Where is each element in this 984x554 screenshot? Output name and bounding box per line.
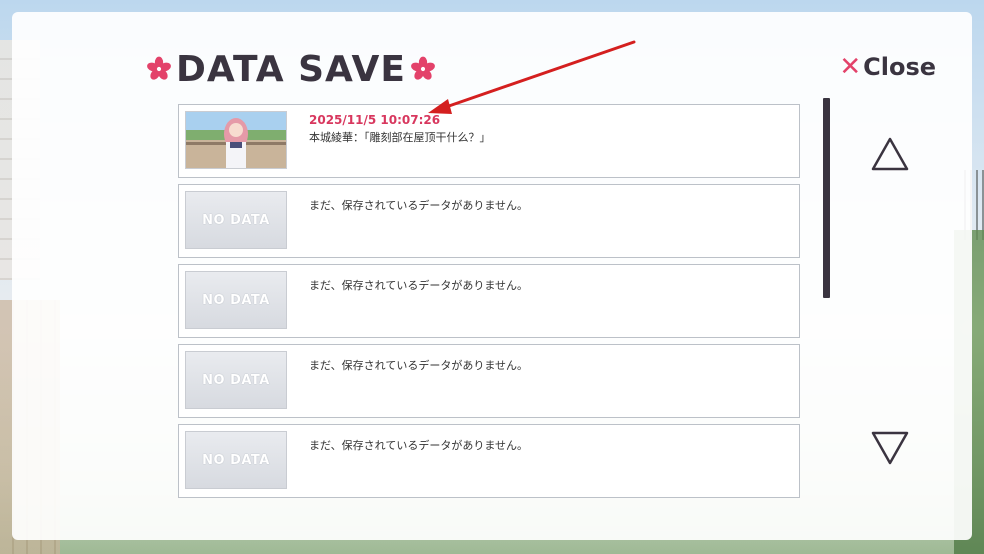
save-slot-list: 2025/11/5 10:07:26 本城綾華：「雕刻部在屋顶干什么？」 NO … — [178, 104, 800, 504]
save-date: 2025/11/5 10:07:26 — [309, 113, 441, 127]
empty-slot-text: まだ、保存されているデータがありません。 — [309, 199, 529, 212]
save-slot-2[interactable]: NO DATA まだ、保存されているデータがありません。 — [178, 184, 800, 258]
scrollbar[interactable] — [823, 98, 830, 298]
save-slot-4[interactable]: NO DATA まだ、保存されているデータがありません。 — [178, 344, 800, 418]
empty-thumbnail: NO DATA — [185, 191, 287, 249]
triangle-up-icon[interactable] — [870, 136, 910, 172]
sakura-flower-icon — [411, 56, 435, 80]
save-slot-3[interactable]: NO DATA まだ、保存されているデータがありません。 — [178, 264, 800, 338]
save-slot-1[interactable]: 2025/11/5 10:07:26 本城綾華：「雕刻部在屋顶干什么？」 — [178, 104, 800, 178]
page-title: DATA SAVE — [146, 44, 436, 94]
triangle-down-icon[interactable] — [870, 430, 910, 466]
empty-thumbnail: NO DATA — [185, 351, 287, 409]
empty-slot-text: まだ、保存されているデータがありません。 — [309, 279, 529, 292]
empty-thumbnail: NO DATA — [185, 271, 287, 329]
save-thumbnail — [185, 111, 287, 169]
title-text: DATA SAVE — [176, 48, 406, 90]
empty-thumbnail: NO DATA — [185, 431, 287, 489]
empty-slot-text: まだ、保存されているデータがありません。 — [309, 359, 529, 372]
empty-slot-text: まだ、保存されているデータがありません。 — [309, 439, 529, 452]
sakura-flower-icon — [147, 56, 171, 80]
close-button[interactable]: ✕ Close — [839, 52, 936, 82]
close-icon: ✕ — [839, 52, 862, 82]
close-label: Close — [863, 53, 936, 81]
save-slot-5[interactable]: NO DATA まだ、保存されているデータがありません。 — [178, 424, 800, 498]
save-description: 本城綾華：「雕刻部在屋顶干什么？」 — [309, 131, 491, 144]
